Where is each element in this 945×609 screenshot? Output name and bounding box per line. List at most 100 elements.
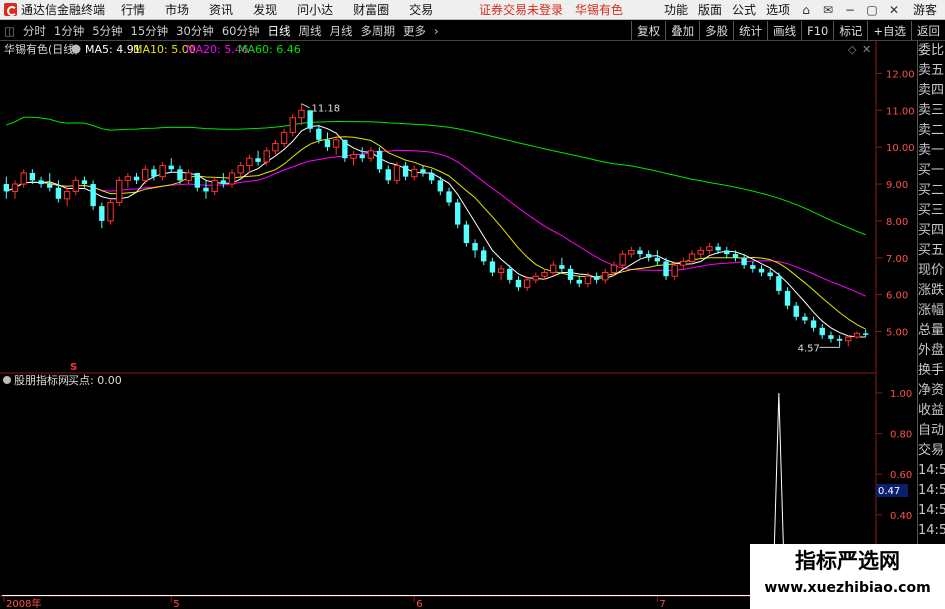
menu-item-quotes[interactable]: 行情 <box>111 1 155 18</box>
candle[interactable] <box>593 272 600 284</box>
chevron-right-icon[interactable]: › <box>430 24 443 38</box>
menu-item-discover[interactable]: 发现 <box>243 1 287 18</box>
close-icon[interactable]: ✕ <box>883 3 905 17</box>
period-multi[interactable]: 多周期 <box>356 23 399 39</box>
statistics-button[interactable]: 统计 <box>733 21 767 41</box>
maximize-icon[interactable]: ▢ <box>861 3 883 17</box>
diamond-icon[interactable]: ◇ <box>848 43 857 56</box>
candle[interactable] <box>246 154 253 173</box>
candle[interactable] <box>289 113 296 137</box>
period-60min[interactable]: 60分钟 <box>218 23 264 39</box>
candle[interactable] <box>159 161 166 181</box>
draw-line-button[interactable]: 画线 <box>767 21 801 41</box>
candle[interactable] <box>515 276 522 291</box>
candle[interactable] <box>758 265 765 277</box>
candle[interactable] <box>185 169 192 185</box>
candle[interactable] <box>228 169 236 188</box>
candle[interactable] <box>828 331 834 343</box>
menu-item-function[interactable]: 功能 <box>659 1 693 18</box>
candle[interactable] <box>724 246 730 258</box>
candle[interactable] <box>280 128 288 148</box>
candle[interactable] <box>455 198 461 229</box>
candle[interactable] <box>637 246 643 258</box>
candle[interactable] <box>359 147 365 162</box>
candle[interactable] <box>706 243 713 255</box>
candle[interactable] <box>411 165 418 181</box>
candle[interactable] <box>810 316 817 332</box>
candle[interactable] <box>489 257 496 277</box>
candle[interactable] <box>523 276 531 291</box>
candle[interactable] <box>142 165 149 185</box>
candle[interactable] <box>237 161 244 177</box>
candle[interactable] <box>645 250 652 262</box>
multi-stock-button[interactable]: 多股 <box>699 21 733 41</box>
minimize-icon[interactable]: − <box>839 3 861 17</box>
candle[interactable] <box>845 335 852 347</box>
add-watchlist-button[interactable]: +自选 <box>867 21 911 41</box>
candle[interactable] <box>367 147 375 162</box>
candle[interactable] <box>194 172 200 192</box>
period-1min[interactable]: 1分钟 <box>50 23 88 39</box>
candle[interactable] <box>332 136 340 155</box>
period-30min[interactable]: 30分钟 <box>172 23 218 39</box>
candle[interactable] <box>481 246 487 266</box>
candle[interactable] <box>576 276 582 288</box>
menu-item-trade[interactable]: 交易 <box>399 1 443 18</box>
candle[interactable] <box>324 132 331 151</box>
candle[interactable] <box>446 187 452 207</box>
candle[interactable] <box>11 180 19 199</box>
mark-button[interactable]: 标记 <box>833 21 867 41</box>
menu-item-ask[interactable]: 问小达 <box>287 1 343 18</box>
menu-item-news[interactable]: 资讯 <box>199 1 243 18</box>
guest-label[interactable]: 游客 <box>905 1 945 18</box>
candle[interactable] <box>133 172 140 185</box>
period-monthly[interactable]: 月线 <box>325 23 356 39</box>
adjust-button[interactable]: 复权 <box>631 21 665 41</box>
period-15min[interactable]: 15分钟 <box>127 23 173 39</box>
candle[interactable] <box>463 220 470 247</box>
candle[interactable] <box>124 172 132 188</box>
sub-settings-icon[interactable] <box>3 376 11 384</box>
candle[interactable] <box>428 169 435 185</box>
candle[interactable] <box>784 287 791 310</box>
candle[interactable] <box>802 313 808 325</box>
candle[interactable] <box>402 161 409 181</box>
candle[interactable] <box>107 198 114 225</box>
candle[interactable] <box>793 302 799 321</box>
candle[interactable] <box>750 261 756 273</box>
overlay-button[interactable]: 叠加 <box>665 21 699 41</box>
menu-item-options[interactable]: 选项 <box>761 1 795 18</box>
candle[interactable] <box>853 331 861 339</box>
candle[interactable] <box>20 169 27 188</box>
close-pane-icon[interactable]: ✕ <box>862 43 871 56</box>
candle[interactable] <box>350 150 357 166</box>
candle[interactable] <box>90 180 96 210</box>
candle[interactable] <box>836 335 843 348</box>
settings-icon[interactable] <box>71 44 81 54</box>
menu-item-layout[interactable]: 版面 <box>693 1 727 18</box>
period-more[interactable]: 更多 <box>399 23 430 39</box>
candle[interactable] <box>497 265 505 280</box>
candle[interactable] <box>272 139 279 155</box>
candle[interactable] <box>38 176 44 188</box>
candle[interactable] <box>654 250 661 266</box>
candle[interactable] <box>385 165 391 185</box>
candle[interactable] <box>99 202 105 229</box>
candle[interactable] <box>602 268 609 284</box>
candle[interactable] <box>420 165 426 177</box>
candle[interactable] <box>680 257 687 269</box>
candle[interactable] <box>628 246 635 258</box>
toolbar-toggle-icon[interactable]: ◫ <box>0 24 19 38</box>
menu-item-formula[interactable]: 公式 <box>727 1 761 18</box>
period-5min[interactable]: 5分钟 <box>88 23 126 39</box>
candle[interactable] <box>203 180 209 199</box>
f10-button[interactable]: F10 <box>801 21 833 41</box>
candle[interactable] <box>72 176 79 196</box>
menu-item-wealth[interactable]: 财富圈 <box>343 1 399 18</box>
menu-item-market[interactable]: 市场 <box>155 1 199 18</box>
candle[interactable] <box>376 147 383 173</box>
mail-icon[interactable]: ✉ <box>817 3 839 17</box>
candle[interactable] <box>3 176 10 199</box>
candle[interactable] <box>168 158 174 173</box>
candle[interactable] <box>619 250 626 269</box>
